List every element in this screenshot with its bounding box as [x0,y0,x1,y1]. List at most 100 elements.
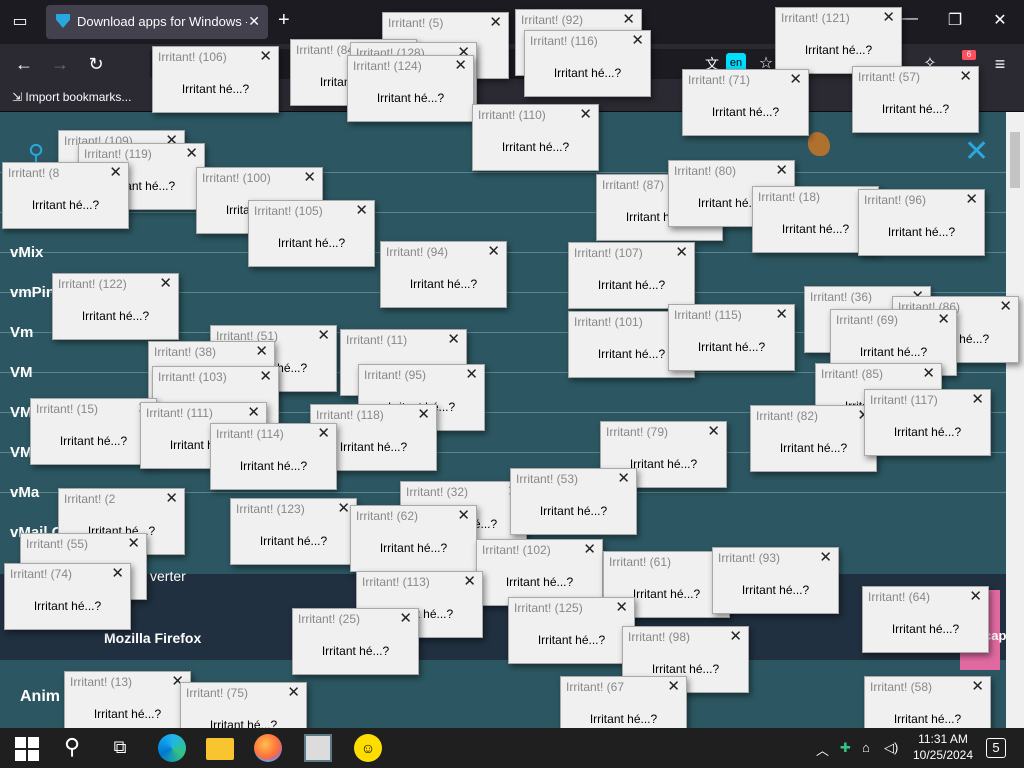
dialog-close-icon[interactable]: ✕ [489,13,502,31]
tray-shield-icon[interactable]: ✚ [840,740,851,756]
app-window-icon[interactable] [304,734,332,762]
dialog-close-icon[interactable]: ✕ [247,403,260,421]
tab-list-icon[interactable]: ▭ [6,8,34,36]
menu-hamburger-icon[interactable]: ≡ [988,53,1012,77]
tray-volume-icon[interactable]: ◁) [884,740,898,756]
dialog-close-icon[interactable]: ✕ [819,548,832,566]
dialog-close-icon[interactable]: ✕ [937,310,950,328]
start-windows-icon[interactable] [12,734,40,762]
dialog-close-icon[interactable]: ✕ [675,243,688,261]
dialog-close-icon[interactable]: ✕ [185,144,198,162]
dialog-close-icon[interactable]: ✕ [355,201,368,219]
irritant-popup-dialog[interactable]: Irritant! (122) ✕ Irritant hé...? [52,273,179,340]
app-list-item[interactable]: Vm [10,324,33,341]
new-tab-icon[interactable]: + [278,10,290,30]
notification-center-icon[interactable]: 5 [986,738,1006,758]
dialog-close-icon[interactable]: ✕ [965,190,978,208]
irritant-popup-dialog[interactable]: Irritant! (116) ✕ Irritant hé...? [524,30,651,97]
converter-label[interactable]: verter [150,568,186,584]
dialog-close-icon[interactable]: ✕ [631,31,644,49]
file-explorer-icon[interactable] [206,738,234,760]
scrollbar-thumb[interactable] [1010,132,1020,188]
app-list-item[interactable]: vMix [10,244,43,261]
dialog-close-icon[interactable]: ✕ [583,540,596,558]
dialog-close-icon[interactable]: ✕ [487,242,500,260]
dialog-close-icon[interactable]: ✕ [259,47,272,65]
dialog-close-icon[interactable]: ✕ [317,424,330,442]
irritant-popup-dialog[interactable]: Irritant! (82)✕Irritant hé...? [750,405,877,472]
dialog-close-icon[interactable]: ✕ [303,168,316,186]
dialog-close-icon[interactable]: ✕ [667,677,680,695]
dialog-close-icon[interactable]: ✕ [959,67,972,85]
dialog-close-icon[interactable]: ✕ [969,587,982,605]
taskbar-clock[interactable]: 11:31 AM 10/25/2024 [908,731,978,763]
dialog-close-icon[interactable]: ✕ [775,305,788,323]
firefox-icon[interactable] [254,734,282,762]
irritant-popup-dialog[interactable]: Irritant! (110) ✕ Irritant hé...? [472,104,599,171]
irritant-popup-dialog[interactable]: Irritant! (8 ✕ Irritant hé...? [2,162,129,229]
restore-icon[interactable]: ❐ [945,10,965,30]
dialog-close-icon[interactable]: ✕ [127,534,140,552]
dialog-close-icon[interactable]: ✕ [255,342,268,360]
dialog-close-icon[interactable]: ✕ [399,609,412,627]
dialog-close-icon[interactable]: ✕ [707,422,720,440]
irritant-popup-dialog[interactable]: Irritant! (107) ✕ Irritant hé...? [568,242,695,309]
dialog-close-icon[interactable]: ✕ [971,677,984,695]
irritant-popup-dialog[interactable]: Irritant! (64) ✕ Irritant hé...? [862,586,989,653]
irritant-popup-dialog[interactable]: Irritant! (106) ✕ Irritant hé...? [152,46,279,113]
dialog-close-icon[interactable]: ✕ [259,367,272,385]
reload-icon[interactable]: ↻ [84,53,108,77]
irritant-popup-dialog[interactable]: Irritant! (25) ✕ Irritant hé...? [292,608,419,675]
window-close-icon[interactable]: ✕ [990,10,1010,30]
dialog-close-icon[interactable]: ✕ [615,598,628,616]
dialog-close-icon[interactable]: ✕ [622,10,635,28]
app-list-item[interactable]: VM [10,364,33,381]
irritant-popup-dialog[interactable]: Irritant! (71) ✕ Irritant hé...? [682,69,809,136]
app-list-item[interactable]: vmPin [10,284,55,301]
dialog-close-icon[interactable]: ✕ [337,499,350,517]
minimize-icon[interactable]: — [900,10,920,28]
tab-close-icon[interactable]: ✕ [248,13,260,30]
dialog-close-icon[interactable]: ✕ [457,506,470,524]
irritant-popup-dialog[interactable]: Irritant! (123) ✕ Irritant hé...? [230,498,357,565]
taskbar-search-icon[interactable]: ⚲ [58,734,86,762]
dialog-close-icon[interactable]: ✕ [417,405,430,423]
dialog-close-icon[interactable]: ✕ [111,564,124,582]
tray-network-icon[interactable]: ⌂ [862,740,870,755]
irritant-popup-dialog[interactable]: Irritant! (94) ✕ Irritant hé...? [380,241,507,308]
dialog-close-icon[interactable]: ✕ [109,163,122,181]
irritant-popup-dialog[interactable]: Irritant! (62) ✕ Irritant hé...? [350,505,477,572]
irritant-popup-dialog[interactable]: Irritant! (53) ✕ Irritant hé...? [510,468,637,535]
dialog-close-icon[interactable]: ✕ [789,70,802,88]
dialog-close-icon[interactable]: ✕ [159,274,172,292]
dialog-close-icon[interactable]: ✕ [463,572,476,590]
forward-arrow-icon[interactable]: → [48,53,72,77]
dialog-close-icon[interactable]: ✕ [165,489,178,507]
smiley-app-icon[interactable]: ☺ [354,734,382,762]
irritant-popup-dialog[interactable]: Irritant! (121) ✕ Irritant hé...? [775,7,902,74]
task-view-icon[interactable]: ⧉ [106,734,134,762]
app-list-item[interactable]: vMa [10,484,39,501]
irritant-popup-dialog[interactable]: Irritant! (96) ✕ Irritant hé...? [858,189,985,256]
dialog-close-icon[interactable]: ✕ [617,469,630,487]
menu-close-icon[interactable]: ✕ [964,134,989,169]
irritant-popup-dialog[interactable]: Irritant! (124) ✕ Irritant hé...? [347,55,474,122]
dialog-close-icon[interactable]: ✕ [317,326,330,344]
irritant-popup-dialog[interactable]: Irritant! (15)✕Irritant hé...? [30,398,157,465]
back-arrow-icon[interactable]: ← [12,53,36,77]
page-scrollbar[interactable] [1006,112,1024,728]
dialog-close-icon[interactable]: ✕ [922,364,935,382]
irritant-popup-dialog[interactable]: Irritant! (74) ✕ Irritant hé...? [4,563,131,630]
dialog-close-icon[interactable]: ✕ [579,105,592,123]
dialog-close-icon[interactable]: ✕ [882,8,895,26]
irritant-popup-dialog[interactable]: Irritant! (105) ✕ Irritant hé...? [248,200,375,267]
dialog-close-icon[interactable]: ✕ [454,56,467,74]
edge-browser-icon[interactable] [158,734,186,762]
irritant-popup-dialog[interactable]: Irritant! (125) ✕ Irritant hé...? [508,597,635,664]
irritant-popup-dialog[interactable]: Irritant! (117) ✕ Irritant hé...? [864,389,991,456]
anim-label[interactable]: Anim [20,688,60,706]
dialog-close-icon[interactable]: ✕ [287,683,300,701]
dialog-close-icon[interactable]: ✕ [465,365,478,383]
dialog-close-icon[interactable]: ✕ [775,161,788,179]
irritant-popup-dialog[interactable]: Irritant! (93) ✕ Irritant hé...? [712,547,839,614]
